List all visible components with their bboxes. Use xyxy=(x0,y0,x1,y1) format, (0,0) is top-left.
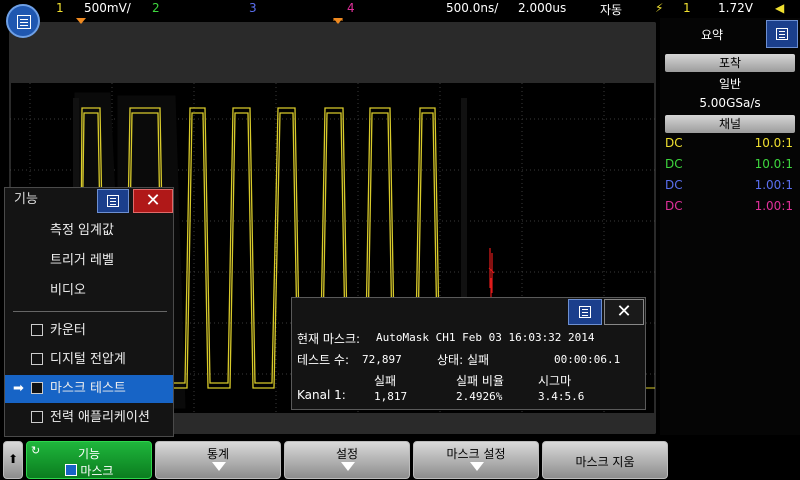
menu-item-power-app[interactable]: 전력 애플리케이션 xyxy=(5,404,173,432)
summary-panel: 요약 포착 일반 5.00GSa/s 채널 DC 10.0:1 DC 10.0:… xyxy=(660,18,800,435)
channel-probe: 1.00:1 xyxy=(754,178,793,192)
main-menu-icon[interactable] xyxy=(6,4,40,38)
trigger-level-marker-icon: ◀ xyxy=(775,1,785,15)
mask-popup-close-button[interactable]: ✕ xyxy=(604,299,644,325)
fail-rate-column-header: 실패 비율 xyxy=(456,374,504,388)
list-icon xyxy=(776,28,788,40)
channel-probe: 10.0:1 xyxy=(754,136,793,150)
delay[interactable]: 2.000us xyxy=(518,1,566,15)
menu-item-label: 측정 임계값 xyxy=(50,223,114,238)
up-arrow-icon: ⬆ xyxy=(7,452,19,466)
tests-label: 테스트 수: xyxy=(297,353,350,367)
timebase[interactable]: 500.0ns/ xyxy=(446,1,498,15)
checkbox[interactable] xyxy=(31,324,43,336)
list-icon xyxy=(107,195,119,207)
function-softkey-label: 기능 xyxy=(77,447,101,461)
checkbox[interactable] xyxy=(31,411,43,423)
menu-item-label: 트리거 레벨 xyxy=(50,253,114,268)
checkbox xyxy=(64,464,77,476)
menu-item-trigger-level[interactable]: 트리거 레벨 xyxy=(5,247,173,275)
close-icon: ✕ xyxy=(145,190,161,211)
acquisition-mode: 일반 xyxy=(718,77,742,91)
channel-header: 채널 xyxy=(665,115,795,133)
menu-item-label: 비디오 xyxy=(50,283,86,298)
current-mask-value: AutoMask CH1 Feb 03 16:03:32 2014 xyxy=(376,331,595,344)
menu-item-counter[interactable]: 카운터 xyxy=(5,317,173,345)
menu-item-measure-threshold[interactable]: 측정 임계값 xyxy=(5,217,173,245)
arrow-right-icon: ➡ xyxy=(13,381,24,396)
channel-probe: 10.0:1 xyxy=(754,157,793,171)
channel-coupling: DC xyxy=(665,157,683,171)
chevron-down-icon xyxy=(470,462,484,471)
ch1-number[interactable]: 1 xyxy=(56,1,64,15)
channel-row-label: Kanal 1: xyxy=(297,388,346,402)
status-bar: 1 500mV/ 2 3 4 500.0ns/ 2.000us 자동 ⚡ 1 1… xyxy=(0,0,800,18)
setup-softkey[interactable]: 설정 xyxy=(284,441,410,479)
tests-value: 72,897 xyxy=(362,353,402,366)
menu-item-label: 카운터 xyxy=(50,323,86,338)
function-menu-list-button[interactable] xyxy=(97,189,129,213)
channel-probe: 1.00:1 xyxy=(754,199,793,213)
function-menu-title: 기능 xyxy=(14,192,38,207)
summary-tab-label: 요약 xyxy=(700,28,724,42)
chevron-down-icon xyxy=(212,462,226,471)
status-label: 상태: 실패 xyxy=(437,353,490,367)
function-softkey[interactable]: 기능 마스크 ↻ xyxy=(26,441,152,479)
trigger-edge-icon: ⚡ xyxy=(655,1,664,15)
menu-item-label: 전력 애플리케이션 xyxy=(50,410,150,425)
trigger-mode[interactable]: 자동 xyxy=(600,1,622,18)
trigger-level[interactable]: 1.72V xyxy=(718,1,753,15)
function-softkey-value: 마스크 xyxy=(80,464,114,478)
function-menu-close-button[interactable]: ✕ xyxy=(133,189,173,213)
function-softkey-value-row: 마스크 xyxy=(27,462,151,479)
menu-item-mask-test[interactable]: ➡ 마스크 테스트 xyxy=(5,375,173,403)
panel-menu-button[interactable] xyxy=(766,20,798,48)
ch1-scale[interactable]: 500mV/ xyxy=(84,1,131,15)
clear-mask-label: 마스크 지움 xyxy=(575,455,635,469)
softkey-bar: ⬆ 기능 마스크 ↻ 통계 설정 마스크 설정 마스크 지움 xyxy=(0,438,800,480)
function-menu: 기능 ✕ 측정 임계값 트리거 레벨 비디오 카운터 디지털 전압계 ➡ 마스크… xyxy=(4,187,174,437)
menu-item-video[interactable]: 비디오 xyxy=(5,277,173,305)
close-icon: ✕ xyxy=(616,301,632,322)
checkbox[interactable] xyxy=(31,382,43,394)
chevron-down-icon xyxy=(341,462,355,471)
elapsed-time: 00:00:06.1 xyxy=(554,353,621,366)
list-icon xyxy=(579,306,591,318)
clear-mask-softkey[interactable]: 마스크 지움 xyxy=(542,441,668,479)
acquisition-header: 포착 xyxy=(665,54,795,72)
mask-popup-list-button[interactable] xyxy=(568,299,602,325)
channel-coupling: DC xyxy=(665,199,683,213)
mask-test-popup: ✕ 현재 마스크: AutoMask CH1 Feb 03 16:03:32 2… xyxy=(291,297,646,410)
ch4-number[interactable]: 4 xyxy=(347,1,355,15)
mask-setup-softkey[interactable]: 마스크 설정 xyxy=(413,441,539,479)
channel-coupling: DC xyxy=(665,178,683,192)
divider xyxy=(13,311,167,312)
sample-rate: 5.00GSa/s xyxy=(699,96,761,110)
menu-item-dvm[interactable]: 디지털 전압계 xyxy=(5,346,173,374)
checkbox[interactable] xyxy=(31,353,43,365)
statistics-label: 통계 xyxy=(206,447,230,461)
ch3-number[interactable]: 3 xyxy=(249,1,257,15)
statistics-softkey[interactable]: 통계 xyxy=(155,441,281,479)
menu-item-label: 마스크 테스트 xyxy=(50,381,126,396)
summary-tab[interactable]: 요약 xyxy=(660,20,764,48)
trigger-source[interactable]: 1 xyxy=(683,1,691,15)
channel-coupling: DC xyxy=(665,136,683,150)
setup-label: 설정 xyxy=(335,447,359,461)
fail-column-header: 실패 xyxy=(374,374,397,388)
ch2-number[interactable]: 2 xyxy=(152,1,160,15)
fail-value: 1,817 xyxy=(374,390,408,403)
back-button[interactable]: ⬆ xyxy=(3,441,23,479)
mask-setup-label: 마스크 설정 xyxy=(446,447,506,461)
sigma-value: 3.4:5.6 xyxy=(538,390,585,403)
menu-item-label: 디지털 전압계 xyxy=(50,352,126,367)
current-mask-label: 현재 마스크: xyxy=(297,332,361,346)
rotate-icon: ↻ xyxy=(31,444,41,457)
sigma-column-header: 시그마 xyxy=(538,374,572,388)
fail-rate-value: 2.4926% xyxy=(456,390,503,403)
